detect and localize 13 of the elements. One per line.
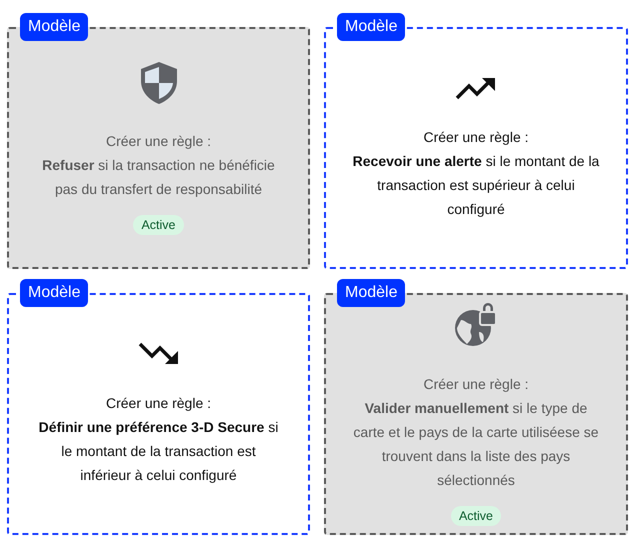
status-badge: Active <box>450 506 502 526</box>
shield-icon <box>140 61 178 105</box>
rule-description: Créer une règle : Refuser si la transaction ne bénéficie pas du transfert de responsabilité <box>41 132 276 199</box>
template-tag: Modèle <box>337 13 406 41</box>
trend-up-icon <box>455 75 497 101</box>
status-badge: Active <box>133 215 184 235</box>
rule-description: Créer une règle : Valider manuellement si le type de carte et le pays de la carte utiliséese se trouvent dans la liste des pays sélectionnés <box>352 375 600 490</box>
template-tag: Modèle <box>337 279 406 307</box>
template-tag: Modèle <box>20 13 88 41</box>
rule-description: Créer une règle : Recevoir une alerte si le montant de la transaction est supérieur à celui configuré <box>352 128 600 219</box>
rule-description: Créer une règle : Définir une préférence 3-D Secure si le montant de la transaction est inférieur à celui configuré <box>38 394 280 485</box>
template-tag: Modèle <box>20 279 88 307</box>
trend-down-icon <box>138 341 180 367</box>
